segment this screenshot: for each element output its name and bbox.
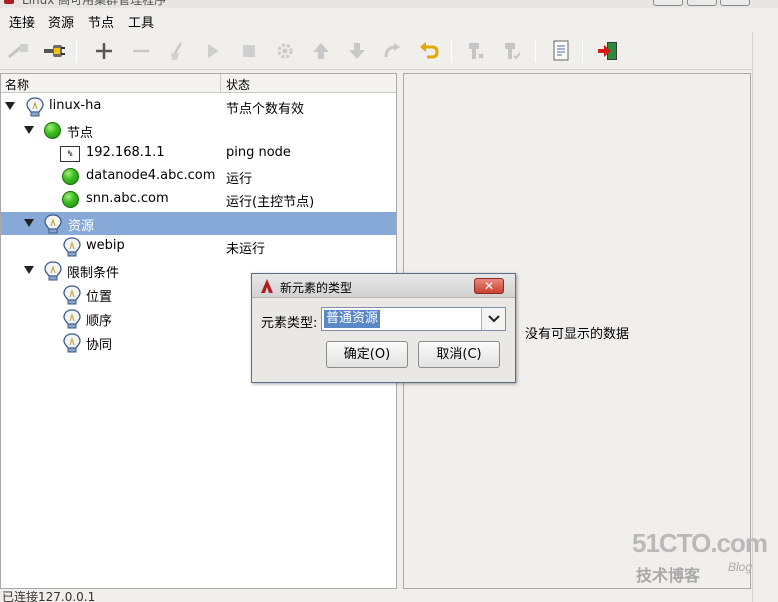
- tree-row-label: webip: [86, 238, 125, 253]
- bulb-icon: [62, 237, 82, 257]
- tree-row-label: 位置: [86, 290, 113, 305]
- dialog-title: 新元素的类型: [280, 281, 353, 295]
- column-header-name[interactable]: 名称: [5, 76, 29, 93]
- tree-row-status: ping node: [226, 145, 291, 160]
- expand-toggle-icon[interactable]: [24, 219, 34, 227]
- log-icon[interactable]: [547, 38, 575, 64]
- tree-row-label: 节点: [67, 126, 94, 141]
- column-header-status[interactable]: 状态: [226, 76, 250, 93]
- bulb-icon: [62, 333, 82, 353]
- dialog-close-button[interactable]: ✕: [474, 278, 504, 294]
- menu-resources[interactable]: 资源: [48, 12, 74, 31]
- maximize-button[interactable]: [687, 0, 717, 6]
- tree-row-label: 资源: [68, 219, 95, 234]
- disconnect-icon[interactable]: [5, 38, 33, 64]
- expand-toggle-icon[interactable]: [5, 102, 15, 110]
- menu-nodes[interactable]: 节点: [88, 12, 114, 31]
- tree-row-webip[interactable]: webip 未运行: [1, 235, 396, 258]
- expand-toggle-icon[interactable]: [24, 126, 34, 134]
- toolbar-separator: [451, 40, 452, 62]
- new-element-dialog: 新元素的类型 ✕ 元素类型: 普通资源 确定(O) 取消(C): [251, 273, 516, 383]
- tree-row-label: 顺序: [86, 314, 113, 329]
- move-down-icon[interactable]: [343, 38, 371, 64]
- cleanup-icon[interactable]: [163, 38, 191, 64]
- toolbar-separator: [535, 40, 536, 62]
- bulb-icon: [43, 261, 63, 281]
- tree-row-status: 未运行: [226, 242, 266, 257]
- element-type-select[interactable]: 普通资源: [321, 307, 506, 331]
- window-title: Linux 高可用集群管理程序: [22, 0, 167, 7]
- undo-icon[interactable]: [415, 38, 443, 64]
- tree-row-label: 限制条件: [67, 266, 120, 281]
- tree-row-status: 运行: [226, 172, 253, 187]
- app-icon: [4, 0, 14, 4]
- standby-icon[interactable]: [461, 38, 489, 64]
- empty-data-message: 没有可显示的数据: [525, 327, 630, 342]
- tree-row-nodes[interactable]: 节点: [1, 119, 396, 142]
- tree-row-status: 节点个数有效: [226, 102, 305, 117]
- status-bar: 已连接127.0.0.1: [0, 590, 778, 602]
- tree-row-label: 192.168.1.1: [86, 145, 165, 160]
- tree-row-ping-node[interactable]: % 192.168.1.1 ping node: [1, 142, 396, 165]
- green-status-icon: [43, 121, 63, 141]
- bulb-icon: [62, 285, 82, 305]
- green-status-icon: [61, 190, 81, 210]
- right-edge-panel: [752, 32, 778, 602]
- close-window-button[interactable]: [720, 0, 750, 6]
- exit-icon[interactable]: [594, 38, 622, 64]
- minimize-button[interactable]: [653, 0, 683, 6]
- menu-tools[interactable]: 工具: [128, 12, 154, 31]
- expand-toggle-icon[interactable]: [24, 266, 34, 274]
- stop-icon[interactable]: [235, 38, 263, 64]
- tree-row-label: datanode4.abc.com: [86, 168, 216, 183]
- watermark-sub: 技术博客: [636, 566, 701, 585]
- tree-row-linux-ha[interactable]: linux-ha 节点个数有效: [1, 95, 396, 118]
- toolbar-separator: [582, 40, 583, 62]
- dialog-app-icon: [261, 279, 273, 293]
- element-type-value[interactable]: 普通资源: [324, 310, 381, 328]
- bulb-icon: [43, 214, 63, 234]
- chevron-down-icon[interactable]: [481, 308, 505, 330]
- tree-row-label: 协同: [86, 338, 113, 353]
- ok-button[interactable]: 确定(O): [326, 341, 408, 368]
- active-icon[interactable]: [497, 38, 525, 64]
- add-icon[interactable]: [90, 38, 118, 64]
- cancel-button[interactable]: 取消(C): [418, 341, 500, 368]
- toolbar-separator: [76, 40, 77, 62]
- start-icon[interactable]: [199, 38, 227, 64]
- window-titlebar: Linux 高可用集群管理程序: [0, 0, 778, 8]
- status-text: 已连接127.0.0.1: [2, 590, 96, 602]
- tree-row-status: 运行(主控节点): [226, 195, 315, 210]
- toolbar: [0, 32, 752, 70]
- green-status-icon: [61, 167, 81, 187]
- element-type-label: 元素类型:: [261, 316, 318, 331]
- column-resize-handle[interactable]: [220, 74, 221, 93]
- menu-connect[interactable]: 连接: [9, 12, 35, 31]
- migrate-icon[interactable]: [378, 38, 406, 64]
- connect-icon[interactable]: [40, 38, 68, 64]
- tree-row-label: snn.abc.com: [86, 191, 169, 206]
- move-up-icon[interactable]: [307, 38, 335, 64]
- tree-row-datanode4[interactable]: datanode4.abc.com 运行: [1, 165, 396, 188]
- bulb-icon: [25, 97, 45, 117]
- bulb-icon: [62, 309, 82, 329]
- tree-header: 名称 状态: [1, 74, 396, 93]
- watermark-blog: Blog: [728, 560, 753, 574]
- ping-node-icon: %: [60, 144, 80, 164]
- tree-row-resources[interactable]: 资源: [1, 212, 396, 235]
- dialog-titlebar[interactable]: 新元素的类型 ✕: [252, 274, 515, 298]
- tree-row-snn[interactable]: snn.abc.com 运行(主控节点): [1, 188, 396, 211]
- remove-icon[interactable]: [127, 38, 155, 64]
- menu-bar: 连接 资源 节点 工具: [0, 8, 778, 32]
- settings-icon[interactable]: [271, 38, 299, 64]
- watermark: 51CTO.com 技术博客 Blog: [632, 528, 772, 588]
- tree-row-label: linux-ha: [49, 98, 102, 113]
- watermark-brand: 51CTO.com: [632, 528, 768, 558]
